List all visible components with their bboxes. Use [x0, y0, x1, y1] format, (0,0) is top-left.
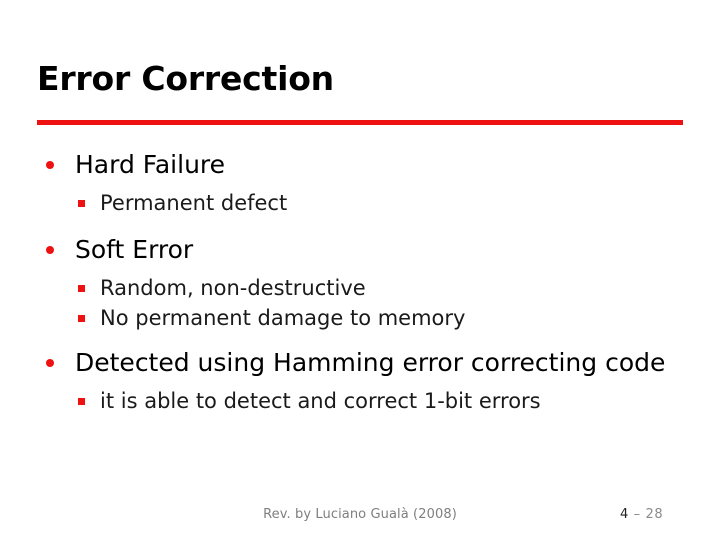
list-item: Detected using Hamming error correcting …: [0, 346, 720, 380]
red-square-bullet-icon: [78, 398, 85, 405]
red-dot-bullet-icon: [46, 161, 54, 169]
current-page-number: 4: [620, 507, 629, 522]
list-item-label: Hard Failure: [75, 150, 226, 179]
list-item-label: it is able to detect and correct 1-bit e…: [100, 389, 541, 413]
list-item: Permanent defect: [0, 188, 720, 218]
page-separator: –: [633, 507, 641, 522]
page-title: Error Correction: [37, 59, 334, 98]
red-dot-bullet-icon: [46, 359, 54, 367]
red-dot-bullet-icon: [46, 246, 54, 254]
list-item: Random, non-destructive: [0, 273, 720, 303]
red-square-bullet-icon: [78, 200, 85, 207]
list-item-label: No permanent damage to memory: [100, 306, 466, 330]
slide-body: Hard Failure Permanent defect Soft Error…: [0, 148, 720, 416]
list-item-label: Random, non-destructive: [100, 276, 366, 300]
title-underline-rule: [37, 120, 683, 125]
slide-canvas: Error Correction Hard Failure Permanent …: [0, 0, 720, 540]
list-item: No permanent damage to memory: [0, 303, 720, 333]
list-item-label: Soft Error: [75, 235, 194, 264]
red-square-bullet-icon: [78, 315, 85, 322]
total-page-count: 28: [645, 507, 664, 522]
red-square-bullet-icon: [78, 285, 85, 292]
footer-credit: Rev. by Luciano Gualà (2008): [263, 507, 457, 522]
list-item-label: Detected using Hamming error correcting …: [75, 348, 666, 377]
list-item: Hard Failure: [0, 148, 720, 182]
list-item: it is able to detect and correct 1-bit e…: [0, 386, 720, 416]
page-number: 4 – 28: [620, 507, 700, 522]
list-item-label: Permanent defect: [100, 191, 288, 215]
list-item: Soft Error: [0, 233, 720, 267]
